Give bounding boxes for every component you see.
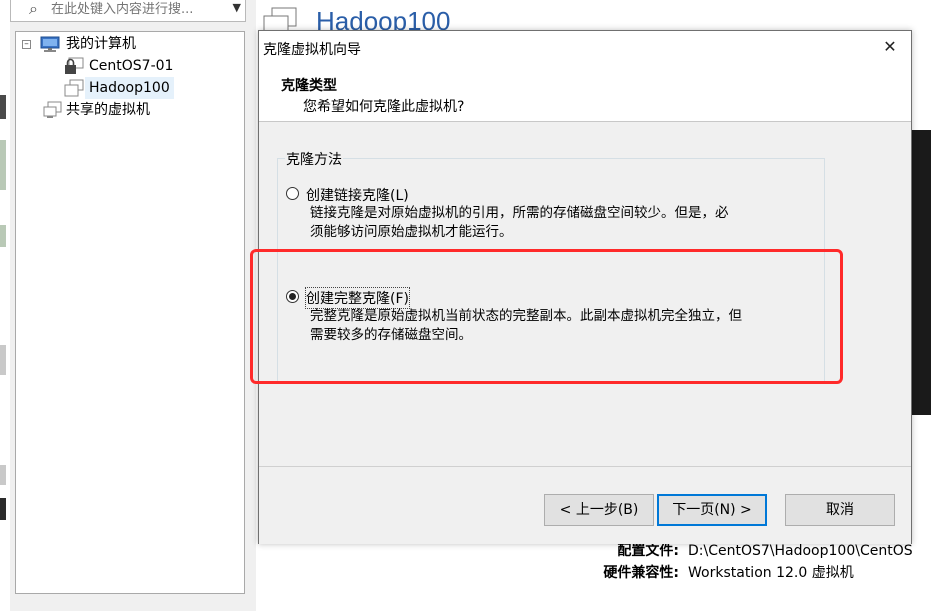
tree-item-hadoop100[interactable]: Hadoop100 (61, 77, 241, 99)
wizard-footer: < 上一步(B) 下一页(N) > 取消 (259, 466, 911, 544)
clone-method-group-label: 克隆方法 (285, 149, 343, 169)
vm-details: 配置文件: D:\CentOS7\Hadoop100\CentOS 硬件兼容性:… (570, 540, 931, 600)
tree-label-hadoop100: Hadoop100 (85, 77, 174, 99)
desc-line: 链接克隆是对原始虚拟机的引用，所需的存储磁盘空间较少。但是，必 (310, 205, 729, 221)
tree-label-shared-vms: 共享的虚拟机 (66, 102, 150, 118)
wizard-step-title: 克隆类型 (281, 78, 337, 94)
vm-console-preview (910, 130, 931, 415)
linked-clone-label[interactable]: 创建链接克隆(L) (306, 185, 409, 205)
detail-row-hardware-compat: 硬件兼容性: Workstation 12.0 虚拟机 (570, 562, 931, 584)
linked-clone-description: 链接克隆是对原始虚拟机的引用，所需的存储磁盘空间较少。但是，必 须能够访问原始虚… (310, 204, 800, 242)
library-tree: – 我的计算机 CentOS7-01 Hadoop100 共享的虚拟机 (15, 31, 245, 594)
close-icon[interactable]: ✕ (877, 34, 903, 60)
desc-line: 须能够访问原始虚拟机才能运行。 (310, 224, 513, 240)
search-icon: ⌕ (29, 0, 38, 18)
tree-node-my-computer[interactable]: – 我的计算机 (16, 34, 242, 54)
dropdown-arrow-icon[interactable]: ▼ (233, 1, 241, 14)
search-input[interactable] (51, 0, 221, 18)
wizard-body: 克隆方法 创建链接克隆(L) 链接克隆是对原始虚拟机的引用，所需的存储磁盘空间较… (259, 122, 911, 466)
wizard-header: 克隆类型 您希望如何克隆此虚拟机? (259, 65, 911, 122)
tree-label-my-computer: 我的计算机 (66, 36, 136, 52)
shared-vm-icon (43, 101, 62, 118)
tree-label-centos7-01: CentOS7-01 (89, 58, 174, 74)
tree-node-shared-vms[interactable]: 共享的虚拟机 (16, 100, 242, 120)
full-clone-radio[interactable] (286, 290, 299, 303)
collapse-icon[interactable]: – (22, 40, 31, 49)
computer-icon (40, 36, 60, 52)
next-button[interactable]: 下一页(N) > (657, 494, 767, 526)
library-search[interactable]: ⌕ ▼ (10, 0, 246, 22)
dialog-titlebar[interactable]: 克隆虚拟机向导 ✕ (259, 31, 911, 65)
full-clone-label[interactable]: 创建完整克隆(F) (305, 287, 410, 309)
full-clone-description: 完整克隆是原始虚拟机当前状态的完整副本。此副本虚拟机完全独立，但 需要较多的存储… (310, 307, 800, 345)
linked-clone-radio[interactable] (286, 187, 299, 200)
tree-item-centos7-01[interactable]: CentOS7-01 (61, 56, 241, 76)
back-button[interactable]: < 上一步(B) (544, 494, 654, 526)
desc-line: 完整克隆是原始虚拟机当前状态的完整副本。此副本虚拟机完全独立，但 (310, 308, 742, 324)
locked-vm-icon (65, 57, 84, 74)
cancel-button[interactable]: 取消 (785, 494, 895, 526)
dialog-title: 克隆虚拟机向导 (263, 42, 361, 58)
detail-value: Workstation 12.0 虚拟机 (688, 565, 854, 581)
vm-icon (64, 79, 84, 97)
desc-line: 需要较多的存储磁盘空间。 (310, 327, 472, 343)
detail-key: 硬件兼容性: (603, 565, 679, 581)
wizard-step-subtitle: 您希望如何克隆此虚拟机? (303, 99, 465, 115)
background-window-edge (0, 0, 10, 611)
clone-vm-wizard-dialog: 克隆虚拟机向导 ✕ 克隆类型 您希望如何克隆此虚拟机? 克隆方法 创建链接克隆(… (258, 30, 912, 544)
